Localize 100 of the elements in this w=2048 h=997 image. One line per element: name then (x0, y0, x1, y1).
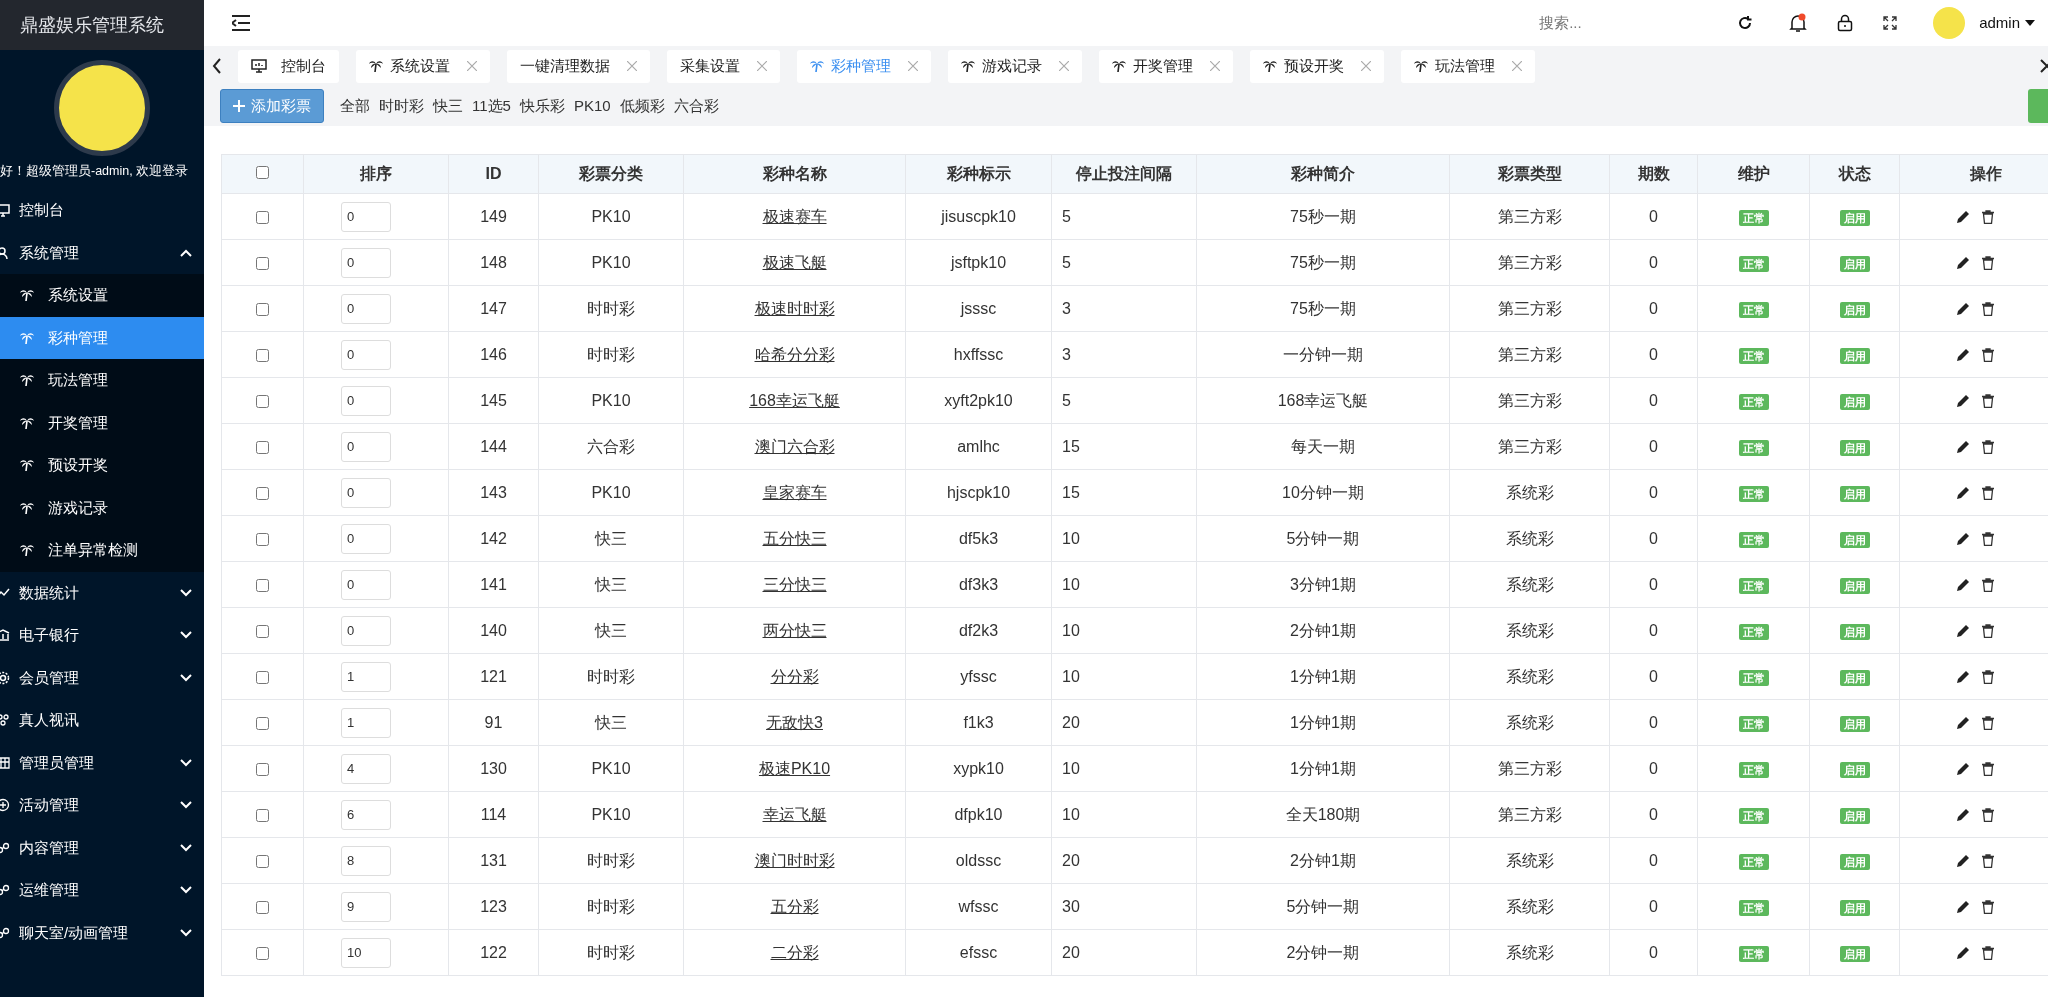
delete-icon[interactable] (1982, 945, 1994, 960)
row-checkbox[interactable] (256, 900, 269, 914)
delete-icon[interactable] (1982, 209, 1994, 224)
delete-icon[interactable] (1982, 853, 1994, 868)
filter-link[interactable]: 快三 (433, 94, 463, 118)
lottery-name-link[interactable]: 极速赛车 (762, 207, 827, 225)
row-checkbox[interactable] (256, 670, 269, 684)
lottery-name-link[interactable]: 分分彩 (770, 667, 819, 685)
lottery-name-link[interactable]: 皇家赛车 (762, 483, 827, 501)
sort-input[interactable]: 6 (341, 799, 391, 830)
sidebar-item[interactable]: 运维管理 (0, 869, 204, 912)
sidebar-subitem[interactable]: 系统设置 (0, 274, 204, 317)
lottery-name-link[interactable]: 三分快三 (762, 575, 827, 593)
edit-icon[interactable] (1956, 439, 1970, 454)
sort-input[interactable]: 0 (341, 615, 391, 646)
row-checkbox[interactable] (256, 578, 269, 592)
row-checkbox[interactable] (256, 256, 269, 270)
delete-icon[interactable] (1982, 531, 1994, 546)
delete-icon[interactable] (1982, 715, 1994, 730)
filter-link[interactable]: PK10 (573, 94, 611, 118)
sidebar-item[interactable]: 管理员管理 (0, 741, 204, 784)
delete-icon[interactable] (1982, 899, 1994, 914)
sidebar-subitem[interactable]: 玩法管理 (0, 359, 204, 402)
edit-icon[interactable] (1956, 807, 1970, 822)
lottery-name-link[interactable]: 哈希分分彩 (754, 345, 835, 363)
delete-icon[interactable] (1982, 255, 1994, 270)
filter-link[interactable]: 时时彩 (379, 94, 424, 118)
sort-input[interactable]: 0 (341, 569, 391, 600)
edit-icon[interactable] (1956, 577, 1970, 592)
lottery-name-link[interactable]: 极速PK10 (758, 759, 831, 777)
menu-icon[interactable] (232, 15, 250, 31)
search-field[interactable]: 搜索... (1539, 11, 1660, 35)
filter-link[interactable]: 快乐彩 (519, 94, 565, 118)
delete-icon[interactable] (1982, 347, 1994, 362)
scroll-left-icon[interactable] (212, 58, 222, 74)
edit-icon[interactable] (1956, 531, 1970, 546)
delete-icon[interactable] (1982, 669, 1994, 684)
edit-icon[interactable] (1956, 301, 1970, 316)
row-checkbox[interactable] (256, 762, 269, 776)
sidebar-item[interactable]: 活动管理 (0, 784, 204, 827)
row-checkbox[interactable] (256, 302, 269, 316)
lottery-name-link[interactable]: 无敌快3 (766, 713, 823, 731)
bell-icon[interactable] (1789, 13, 1808, 33)
row-checkbox[interactable] (256, 348, 269, 362)
tab[interactable]: 采集设置 (667, 49, 780, 83)
tab[interactable]: 控制台 (238, 49, 339, 83)
refresh-icon[interactable] (1737, 15, 1754, 31)
filter-link[interactable]: 11选5 (472, 94, 511, 118)
sidebar-item[interactable]: 系统管理 (0, 231, 204, 274)
tab[interactable]: 一键清理数据 (507, 49, 650, 83)
sidebar-subitem[interactable]: 游戏记录 (0, 486, 204, 529)
tab[interactable]: 系统设置 (356, 49, 490, 83)
sort-input[interactable]: 9 (341, 891, 391, 922)
edit-icon[interactable] (1956, 899, 1970, 914)
row-checkbox[interactable] (256, 532, 269, 546)
edit-icon[interactable] (1956, 715, 1970, 730)
caret-icon[interactable] (2025, 20, 2035, 26)
row-checkbox[interactable] (256, 946, 269, 960)
delete-icon[interactable] (1982, 577, 1994, 592)
sort-input[interactable]: 4 (341, 753, 391, 784)
select-all-checkbox[interactable] (256, 166, 269, 179)
fullscreen-icon[interactable] (1883, 16, 1898, 30)
delete-icon[interactable] (1982, 393, 1994, 408)
sidebar-subitem[interactable]: 注单异常检测 (0, 529, 204, 572)
sidebar-subitem[interactable]: 开奖管理 (0, 401, 204, 444)
sort-input[interactable]: 1 (341, 707, 391, 738)
sidebar-item[interactable]: 会员管理 (0, 656, 204, 699)
filter-link[interactable]: 全部 (340, 94, 370, 118)
sort-input[interactable]: 10 (341, 937, 391, 968)
sidebar-item[interactable]: 真人视讯 (0, 699, 204, 742)
sidebar-subitem[interactable]: 预设开奖 (0, 444, 204, 487)
lock-icon[interactable] (1837, 14, 1854, 32)
delete-icon[interactable] (1982, 623, 1994, 638)
sort-input[interactable]: 1 (341, 661, 391, 692)
sidebar-item[interactable]: 电子银行 (0, 614, 204, 657)
row-checkbox[interactable] (256, 486, 269, 500)
delete-icon[interactable] (1982, 301, 1994, 316)
row-checkbox[interactable] (256, 210, 269, 224)
sort-input[interactable]: 0 (341, 385, 391, 416)
lottery-name-link[interactable]: 澳门六合彩 (754, 437, 835, 455)
sort-input[interactable]: 0 (341, 523, 391, 554)
sort-input[interactable]: 0 (341, 339, 391, 370)
edit-icon[interactable] (1956, 485, 1970, 500)
edit-icon[interactable] (1956, 623, 1970, 638)
username[interactable]: admin (1979, 11, 2020, 35)
sort-input[interactable]: 0 (341, 247, 391, 278)
lottery-name-link[interactable]: 澳门时时彩 (754, 851, 835, 869)
lottery-name-link[interactable]: 168幸运飞艇 (749, 391, 840, 409)
edit-icon[interactable] (1956, 669, 1970, 684)
sort-input[interactable]: 8 (341, 845, 391, 876)
lottery-name-link[interactable]: 极速飞艇 (762, 253, 827, 271)
sidebar-item[interactable]: 数据统计 (0, 571, 204, 614)
row-checkbox[interactable] (256, 854, 269, 868)
delete-icon[interactable] (1982, 807, 1994, 822)
tab[interactable]: 玩法管理 (1401, 49, 1535, 83)
sort-input[interactable]: 0 (341, 431, 391, 462)
edit-icon[interactable] (1956, 853, 1970, 868)
edit-icon[interactable] (1956, 255, 1970, 270)
sidebar-item[interactable]: 控制台 (0, 189, 204, 232)
lottery-name-link[interactable]: 极速时时彩 (754, 299, 835, 317)
